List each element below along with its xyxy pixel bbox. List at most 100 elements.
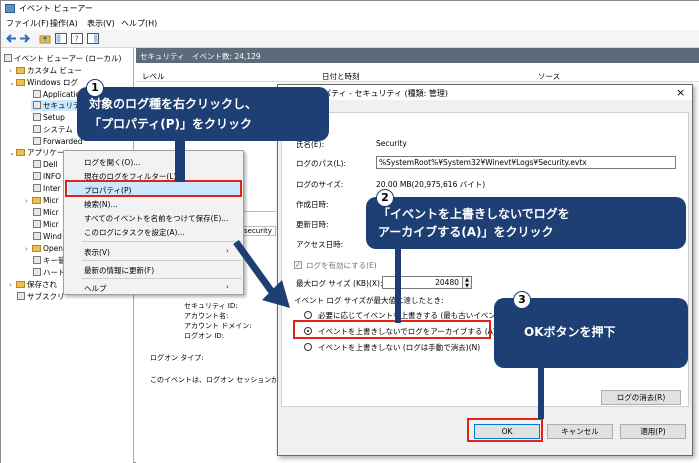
ctx-view[interactable]: 表示(V) — [84, 247, 110, 258]
detail-account-name: アカウント名: — [184, 312, 229, 320]
event-viewer-icon — [4, 54, 12, 62]
label-modified: 更新日時: — [296, 220, 329, 229]
svg-text:?: ? — [75, 35, 79, 44]
enable-log-checkbox[interactable]: ✓ — [294, 261, 302, 269]
collapse-icon[interactable]: ⌄ — [9, 148, 16, 159]
back-arrow-icon[interactable] — [5, 33, 17, 44]
tree-item-micr-3[interactable]: Micr — [33, 219, 59, 230]
label-created: 作成日時: — [296, 200, 329, 209]
highlight-archive-option — [293, 320, 491, 339]
menu-bar: ファイル(F) 操作(A) 表示(V) ヘルプ(H) — [1, 16, 699, 30]
action-pane-icon[interactable] — [87, 33, 99, 44]
help-icon[interactable]: ? — [71, 33, 83, 44]
step-3-badge: 3 — [513, 291, 531, 309]
event-viewer-app-icon — [5, 4, 15, 13]
details-tab[interactable]: security — [240, 226, 276, 236]
tree-root[interactable]: イベント ビューアー (ローカル) — [4, 53, 121, 64]
menu-file[interactable]: ファイル(F) — [6, 18, 49, 29]
tree-item-inter[interactable]: Inter — [33, 183, 61, 194]
log-icon — [33, 256, 41, 264]
tree-item-dell[interactable]: Dell — [33, 159, 58, 170]
clear-log-button[interactable]: ログの消去(R) — [601, 390, 681, 405]
label-log-path: ログのパス(L): — [296, 159, 347, 168]
expand-icon[interactable]: › — [9, 280, 16, 291]
submenu-arrow-icon: › — [226, 283, 229, 291]
ctx-refresh[interactable]: 最新の情報に更新(F) — [84, 265, 154, 276]
value-fullname: Security — [376, 139, 407, 148]
log-path-field[interactable]: %SystemRoot%¥System32¥Winevt¥Logs¥Securi… — [376, 156, 676, 169]
ctx-find[interactable]: 検索(N)... — [84, 199, 118, 210]
folder-icon — [16, 67, 25, 74]
log-icon — [33, 220, 41, 228]
log-icon — [33, 137, 41, 145]
folder-up-icon[interactable] — [39, 33, 51, 44]
menu-view[interactable]: 表示(V) — [87, 18, 115, 29]
log-icon — [33, 101, 41, 109]
context-menu: ログを開く(O)... 現在のログをフィルター(L)... プロパティ(P) 検… — [63, 150, 244, 295]
step-2-badge: 2 — [376, 189, 394, 207]
callout-1-line1: 対象のログ種を右クリックし、 — [89, 97, 258, 111]
log-icon — [33, 172, 41, 180]
ctx-attach-task[interactable]: このログにタスクを設定(A)... — [84, 227, 185, 238]
expand-icon[interactable]: › — [9, 66, 16, 77]
tree-item-saved-logs[interactable]: › 保存され — [9, 279, 57, 290]
radio-do-not-overwrite[interactable] — [304, 343, 312, 351]
column-level[interactable]: レベル — [142, 71, 165, 82]
callout-step-1: 対象のログ種を右クリックし、 「プロパティ(P)」をクリック — [77, 87, 329, 141]
detail-security-id: セキュリティ ID: — [184, 302, 238, 310]
column-datetime[interactable]: 日付と時刻 — [322, 71, 360, 82]
tree-item-setup[interactable]: Setup — [33, 112, 65, 123]
expand-icon[interactable]: › — [25, 196, 32, 207]
tree-item-open[interactable]: › Open — [25, 243, 63, 254]
log-properties-dialog: ログのプロパティ - セキュリティ (種類: 管理) × 氏名(E): Secu… — [277, 84, 693, 456]
ctx-help[interactable]: ヘルプ — [84, 283, 107, 294]
ctx-separator — [82, 278, 242, 279]
tree-item-key-mgmt[interactable]: キー管 — [33, 255, 66, 266]
tree-item-micr-2[interactable]: Micr — [33, 207, 59, 218]
detail-description: このイベントは、ログオン セッションが破棄さ — [150, 376, 276, 384]
forward-arrow-icon[interactable] — [19, 33, 31, 44]
dialog-title-bar: ログのプロパティ - セキュリティ (種類: 管理) × — [278, 85, 692, 100]
tree-item-wind[interactable]: Wind — [33, 231, 62, 242]
spinner-arrows-icon[interactable]: ▲ ▼ — [462, 276, 472, 289]
highlight-ok-button — [467, 418, 543, 442]
radio-overwrite[interactable] — [304, 311, 312, 319]
tree-item-custom-views[interactable]: › カスタム ビュー — [9, 65, 82, 76]
label-policy: イベント ログ サイズが最大値に達したとき: — [294, 296, 444, 305]
ctx-save-all[interactable]: すべてのイベントを名前をつけて保存(E)... — [84, 213, 228, 224]
callout-1-line2: 「プロパティ(P)」をクリック — [89, 117, 253, 131]
ctx-open-log[interactable]: ログを開く(O)... — [84, 157, 140, 168]
tree-item-system[interactable]: システム — [33, 124, 73, 135]
subscription-icon — [17, 292, 25, 300]
tree-item-subscriptions[interactable]: サブスクリ — [17, 291, 65, 302]
folder-icon — [32, 197, 41, 204]
ctx-separator — [82, 241, 242, 242]
highlight-properties — [65, 180, 242, 197]
tree-item-micr-1[interactable]: › Micr — [25, 195, 59, 206]
expand-icon[interactable]: › — [25, 244, 32, 255]
callout-2-line2: アーカイブする(A)」をクリック — [378, 225, 554, 239]
folder-icon — [16, 79, 25, 86]
ctx-separator — [82, 260, 242, 261]
show-tree-icon[interactable] — [55, 33, 67, 44]
cancel-button[interactable]: キャンセル — [547, 424, 613, 439]
list-header: セキュリティ イベント数: 24,129 — [136, 48, 699, 63]
max-size-spinner[interactable]: 20480 — [382, 276, 472, 289]
collapse-icon[interactable]: ⌄ — [9, 78, 16, 89]
close-icon[interactable]: × — [676, 86, 685, 99]
menu-help[interactable]: ヘルプ(H) — [121, 18, 157, 29]
value-log-size: 20.00 MB(20,975,616 バイト) — [376, 180, 486, 189]
callout-step-2: 「イベントを上書きしないでログを アーカイブする(A)」をクリック — [366, 197, 686, 249]
tree-item-hardware[interactable]: ハード — [33, 267, 66, 278]
apply-button[interactable]: 適用(P) — [620, 424, 686, 439]
log-icon — [33, 184, 41, 192]
tree-item-windows-logs[interactable]: ⌄ Windows ログ — [9, 77, 78, 88]
menu-action[interactable]: 操作(A) — [50, 18, 78, 29]
log-icon — [33, 113, 41, 121]
submenu-arrow-icon: › — [226, 247, 229, 255]
detail-logon-id: ログオン ID: — [184, 332, 225, 340]
tree-item-forwarded[interactable]: Forwarded — [33, 136, 83, 147]
toolbar: ? — [1, 30, 699, 48]
column-source[interactable]: ソース — [538, 71, 560, 82]
tree-item-info[interactable]: INFO — [33, 171, 61, 182]
